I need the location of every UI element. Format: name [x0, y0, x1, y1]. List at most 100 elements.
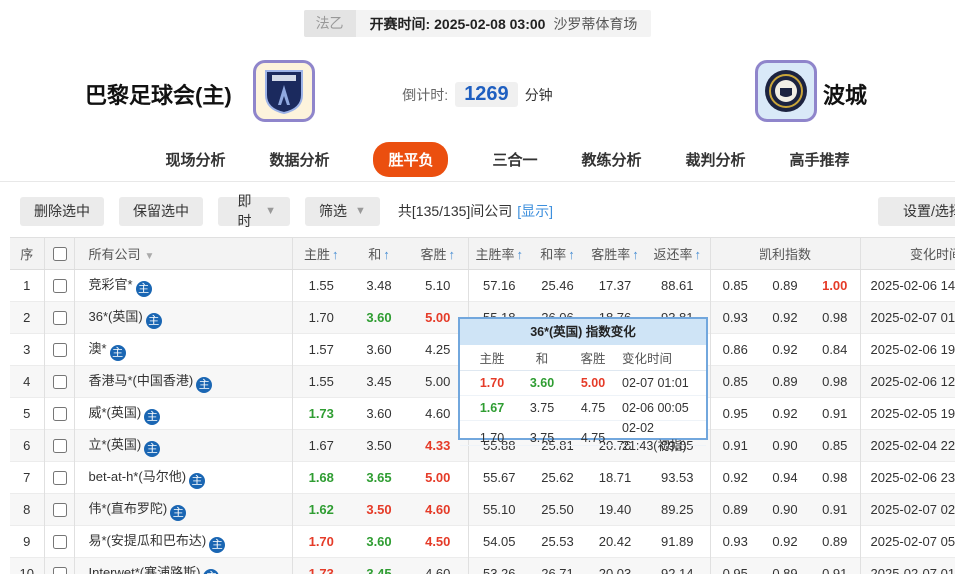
row-checkbox-cell [44, 270, 74, 302]
pau-fc-crest-icon [755, 60, 817, 122]
filter-dropdown[interactable]: 筛选▼ [305, 197, 380, 226]
col-change-time-sort[interactable]: 变化时间↑ [860, 238, 955, 270]
home-badge-icon[interactable]: 主 [136, 281, 152, 297]
odds-table-row: 9 易*(安提瓜和巴布达)主 1.70 3.60 4.50 54.05 25.5… [10, 526, 955, 558]
cell-kelly-draw: 0.94 [760, 462, 810, 494]
cell-home-odds: 1.57 [292, 334, 350, 366]
home-badge-icon[interactable]: 主 [203, 569, 219, 574]
home-badge-icon[interactable]: 主 [189, 473, 205, 489]
cell-home-rate: 55.67 [468, 462, 530, 494]
company-cell[interactable]: 威*(英国)主 [74, 398, 292, 430]
company-cell[interactable]: 香港马*(中国香港)主 [74, 366, 292, 398]
col-home-win-sort[interactable]: 主胜↑ [292, 238, 350, 270]
row-index: 1 [10, 270, 44, 302]
home-badge-icon[interactable]: 主 [196, 377, 212, 393]
popup-change-time: 02-06 00:05 [620, 401, 700, 415]
company-cell[interactable]: 澳*主 [74, 334, 292, 366]
cell-change-time: 2025-02-05 19:12 [860, 398, 955, 430]
cell-draw-odds: 3.65 [350, 462, 408, 494]
cell-kelly-draw: 0.92 [760, 334, 810, 366]
cell-kelly-home: 0.93 [710, 302, 760, 334]
row-checkbox[interactable] [53, 471, 67, 485]
cell-home-rate: 53.26 [468, 558, 530, 574]
cell-change-time: 2025-02-06 14:19 [860, 270, 955, 302]
select-all-checkbox-cell [44, 238, 74, 270]
home-badge-icon[interactable]: 主 [144, 409, 160, 425]
col-draw-rate-sort[interactable]: 和率↑ [530, 238, 585, 270]
company-cell[interactable]: 立*(英国)主 [74, 430, 292, 462]
col-away-win-sort[interactable]: 客胜↑ [408, 238, 468, 270]
keep-selected-button[interactable]: 保留选中 [119, 197, 203, 226]
popup-draw-odds: 3.60 [518, 376, 566, 390]
cell-away-rate: 18.71 [585, 462, 645, 494]
row-index: 2 [10, 302, 44, 334]
col-away-rate-sort[interactable]: 客胜率↑ [585, 238, 645, 270]
home-badge-icon[interactable]: 主 [110, 345, 126, 361]
cell-kelly-away: 0.98 [810, 462, 860, 494]
cell-draw-odds: 3.45 [350, 558, 408, 574]
away-team-name: 波城 [823, 78, 867, 110]
cell-return-rate: 91.89 [645, 526, 710, 558]
row-checkbox[interactable] [53, 279, 67, 293]
col-home-rate-sort[interactable]: 主胜率↑ [468, 238, 530, 270]
row-checkbox-cell [44, 526, 74, 558]
row-checkbox[interactable] [53, 311, 67, 325]
sort-up-icon: ↑ [332, 247, 339, 262]
popup-change-time: 02-07 01:01 [620, 376, 700, 390]
col-draw-sort[interactable]: 和↑ [350, 238, 408, 270]
row-checkbox[interactable] [53, 567, 67, 574]
home-badge-icon[interactable]: 主 [209, 537, 225, 553]
settings-button[interactable]: 设置/选择 [878, 197, 955, 226]
select-all-checkbox[interactable] [53, 247, 67, 261]
cell-kelly-draw: 0.89 [760, 270, 810, 302]
row-index: 9 [10, 526, 44, 558]
company-cell[interactable]: 易*(安提瓜和巴布达)主 [74, 526, 292, 558]
time-mode-dropdown[interactable]: 即时▼ [218, 197, 290, 226]
company-cell[interactable]: 竞彩官*主 [74, 270, 292, 302]
cell-change-time: 2025-02-07 02:38 [860, 494, 955, 526]
cell-kelly-home: 0.85 [710, 270, 760, 302]
cell-home-odds: 1.70 [292, 302, 350, 334]
analysis-tab-item[interactable]: 数据分析 [269, 149, 329, 170]
cell-home-odds: 1.70 [292, 526, 350, 558]
analysis-tab-item[interactable]: 高手推荐 [790, 149, 850, 170]
company-cell[interactable]: 伟*(直布罗陀)主 [74, 494, 292, 526]
cell-kelly-away: 0.98 [810, 302, 860, 334]
cell-kelly-home: 0.91 [710, 430, 760, 462]
row-checkbox[interactable] [53, 535, 67, 549]
venue-name: 沙罗蒂体育场 [553, 14, 651, 34]
chevron-down-icon: ▼ [355, 205, 366, 217]
cell-kelly-draw: 0.90 [760, 430, 810, 462]
col-return-rate-sort[interactable]: 返还率↑ [645, 238, 710, 270]
kickoff-time: 开赛时间: 2025-02-08 03:00 [356, 14, 554, 34]
cell-away-odds: 4.60 [408, 494, 468, 526]
analysis-tab-item[interactable]: 现场分析 [165, 149, 225, 170]
analysis-tab-item[interactable]: 教练分析 [582, 149, 642, 170]
chevron-down-icon: ▼ [265, 205, 276, 217]
delete-selected-button[interactable]: 删除选中 [20, 197, 104, 226]
row-checkbox[interactable] [53, 343, 67, 357]
countdown-unit: 分钟 [525, 85, 553, 105]
cell-home-odds: 1.67 [292, 430, 350, 462]
row-checkbox[interactable] [53, 503, 67, 517]
company-cell[interactable]: Interwet*(塞浦路斯)主 [74, 558, 292, 574]
analysis-tab-active[interactable]: 胜平负 [373, 142, 448, 177]
cell-kelly-draw: 0.89 [760, 558, 810, 574]
home-badge-icon[interactable]: 主 [146, 313, 162, 329]
company-cell[interactable]: bet-at-h*(马尔他)主 [74, 462, 292, 494]
odds-table-row: 10 Interwet*(塞浦路斯)主 1.73 3.45 4.60 53.26… [10, 558, 955, 574]
company-cell[interactable]: 36*(英国)主 [74, 302, 292, 334]
col-company-filter[interactable]: 所有公司▼ [74, 238, 292, 270]
home-badge-icon[interactable]: 主 [144, 441, 160, 457]
cell-draw-odds: 3.60 [350, 398, 408, 430]
row-checkbox[interactable] [53, 375, 67, 389]
analysis-tab-item[interactable]: 三合一 [492, 149, 537, 170]
analysis-tab-item[interactable]: 裁判分析 [686, 149, 746, 170]
cell-change-time: 2025-02-06 12:03 [860, 366, 955, 398]
cell-kelly-draw: 0.92 [760, 398, 810, 430]
cell-draw-rate: 25.50 [530, 494, 585, 526]
row-checkbox[interactable] [53, 439, 67, 453]
row-checkbox[interactable] [53, 407, 67, 421]
home-badge-icon[interactable]: 主 [170, 505, 186, 521]
show-link[interactable]: [显示] [517, 201, 553, 221]
